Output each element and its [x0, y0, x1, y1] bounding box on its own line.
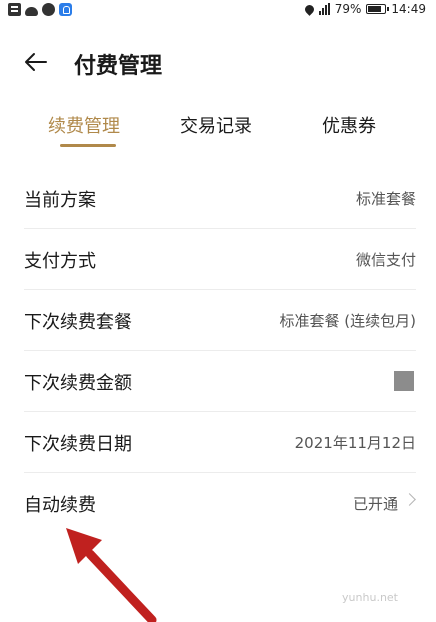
arrow-left-icon[interactable]: [24, 52, 48, 72]
status-bar: 79% 14:49: [0, 0, 436, 22]
row-current-plan: 当前方案 标准套餐: [24, 168, 416, 229]
row-next-renewal-date: 下次续费日期 2021年11月12日: [24, 412, 416, 473]
page-title: 付费管理: [74, 54, 163, 79]
auto-renewal-status: 已开通: [352, 495, 398, 513]
tab-transaction-records[interactable]: 交易记录: [180, 112, 252, 138]
notification-icon: [8, 3, 21, 16]
tab-bar: 续费管理 交易记录 优惠券: [0, 106, 436, 152]
row-label: 下次续费日期: [24, 434, 132, 455]
status-icons-left: [8, 3, 72, 16]
row-value: 标准套餐: [355, 190, 416, 208]
row-label: 自动续费: [24, 495, 96, 516]
cloud-icon: [25, 6, 38, 16]
active-tab-indicator: [60, 144, 116, 147]
tab-coupons[interactable]: 优惠券: [322, 112, 376, 138]
row-value: 微信支付: [355, 251, 416, 269]
app-icon: [59, 3, 72, 16]
signal-icon: [318, 3, 330, 15]
renewal-settings-list: 当前方案 标准套餐 支付方式 微信支付 下次续费套餐 标准套餐 (连续包月) 下…: [24, 168, 416, 534]
battery-fill: [368, 6, 382, 12]
row-label: 支付方式: [24, 251, 96, 272]
watermark: yunhu.net: [342, 591, 398, 604]
tab-renewal-management[interactable]: 续费管理: [48, 112, 120, 138]
chevron-right-icon: [403, 493, 416, 506]
status-icons-right: 79% 14:49: [302, 2, 426, 16]
location-icon: [302, 3, 316, 16]
row-next-renewal-amount: 下次续费金额: [24, 351, 416, 412]
row-value: 标准套餐 (连续包月): [279, 312, 416, 330]
app-header: 付费管理: [0, 40, 436, 86]
globe-icon: [42, 3, 55, 16]
row-payment-method: 支付方式 微信支付: [24, 229, 416, 290]
row-next-renewal-plan: 下次续费套餐 标准套餐 (连续包月): [24, 290, 416, 351]
clock: 14:49: [391, 2, 426, 16]
row-value: 2021年11月12日: [294, 434, 416, 452]
row-label: 下次续费套餐: [24, 312, 132, 333]
battery-icon: [366, 4, 390, 14]
row-label: 下次续费金额: [24, 373, 132, 394]
battery-percent: 79%: [334, 2, 362, 16]
annotation-arrow-icon: [66, 528, 157, 622]
redacted-amount-box: [394, 371, 414, 391]
row-label: 当前方案: [24, 190, 96, 211]
